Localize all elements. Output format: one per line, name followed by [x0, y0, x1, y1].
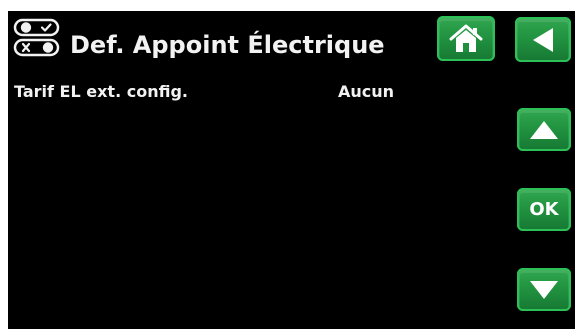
scroll-down-button[interactable]: [517, 268, 571, 311]
ok-button[interactable]: OK: [517, 188, 571, 231]
back-arrow-icon: [529, 25, 557, 55]
setting-value: Aucun: [338, 82, 395, 101]
back-button[interactable]: [515, 17, 571, 62]
toggle-switches-icon: [13, 18, 61, 58]
scroll-up-button[interactable]: [517, 108, 571, 151]
home-button[interactable]: [437, 16, 495, 61]
page-title: Def. Appoint Électrique: [70, 31, 385, 59]
down-arrow-icon: [528, 277, 560, 303]
setting-row-tarif-el[interactable]: Tarif EL ext. config. Aucun: [14, 81, 434, 105]
ok-label: OK: [529, 198, 559, 220]
home-icon: [448, 23, 484, 55]
up-arrow-icon: [528, 117, 560, 143]
display-screen: Def. Appoint Électrique Tarif EL ext. co…: [8, 11, 575, 329]
setting-label: Tarif EL ext. config.: [14, 82, 188, 101]
